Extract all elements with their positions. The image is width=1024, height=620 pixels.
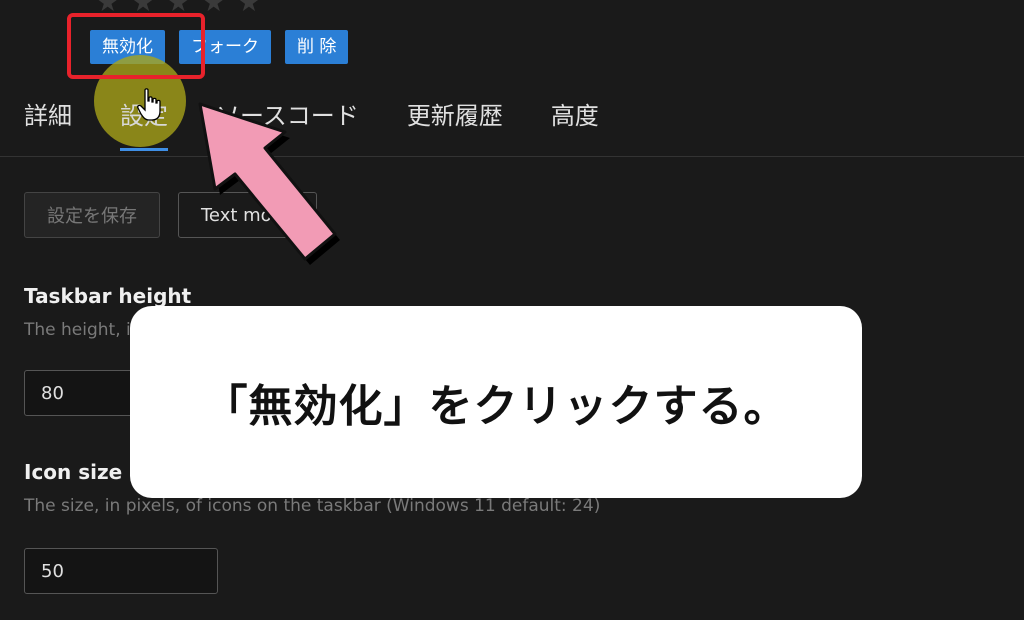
icon-size-title: Icon size <box>24 460 123 484</box>
tab-advanced[interactable]: 高度 <box>551 96 599 131</box>
star-icon: ★ <box>201 0 226 18</box>
tab-changelog[interactable]: 更新履歴 <box>407 96 503 131</box>
divider <box>0 156 1024 157</box>
star-icon: ★ <box>237 0 261 18</box>
icon-size-input[interactable] <box>24 548 218 594</box>
highlight-box <box>67 13 205 79</box>
caption-text: 「無効化」をクリックする。 <box>203 381 789 432</box>
hand-cursor-icon <box>137 88 161 121</box>
delete-button[interactable]: 削 除 <box>285 30 349 64</box>
tab-details[interactable]: 詳細 <box>24 96 72 131</box>
pointer-arrow-icon <box>198 102 340 265</box>
instruction-caption: 「無効化」をクリックする。 <box>130 306 862 498</box>
icon-size-desc: The size, in pixels, of icons on the tas… <box>24 496 601 516</box>
save-settings-button[interactable]: 設定を保存 <box>24 192 160 238</box>
taskbar-height-title: Taskbar height <box>24 284 192 308</box>
